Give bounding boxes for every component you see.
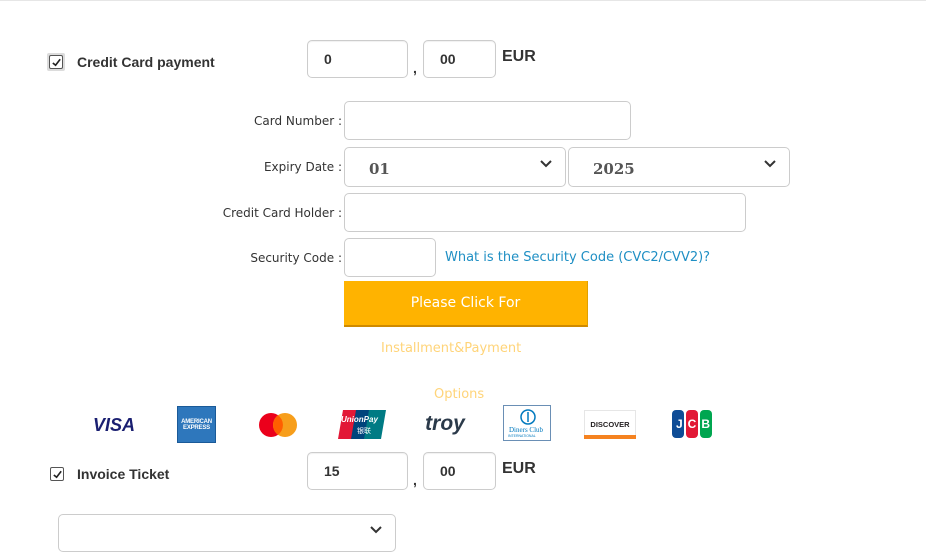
visa-logo-icon: VISA: [88, 412, 140, 438]
unionpay-text: UnionPay: [341, 415, 378, 424]
security-code-label: Security Code :: [250, 251, 342, 265]
chevron-down-icon: [540, 160, 552, 168]
expiry-year-value: 2025: [593, 160, 635, 178]
amount-separator: ,: [413, 472, 417, 488]
expiry-date-label: Expiry Date :: [263, 160, 342, 174]
credit-card-amount-whole[interactable]: 0: [307, 40, 408, 78]
unionpay-text-cn: 银联: [357, 428, 371, 435]
invoice-checkbox[interactable]: [50, 467, 64, 481]
amount-separator: ,: [413, 60, 417, 76]
card-holder-label: Credit Card Holder :: [222, 206, 342, 220]
diners-club-logo-icon: Diners Club INTERNATIONAL: [503, 405, 551, 441]
credit-card-label[interactable]: Credit Card payment: [77, 54, 215, 70]
discover-stripe: [584, 435, 636, 439]
currency-label: EUR: [502, 460, 536, 477]
amex-logo-icon: AMERICAN EXPRESS: [177, 406, 216, 443]
expiry-month-value: 01: [369, 160, 390, 178]
card-holder-input[interactable]: [344, 193, 746, 232]
chevron-down-icon: [370, 526, 382, 534]
card-number-input[interactable]: [344, 101, 631, 140]
button-subtext-2: Options: [434, 387, 485, 402]
currency-label: EUR: [502, 48, 536, 65]
button-subtext-1: Installment&Payment: [381, 341, 522, 356]
invoice-label[interactable]: Invoice Ticket: [77, 466, 169, 482]
button-label: Please Click For: [410, 295, 521, 311]
credit-card-amount-cents[interactable]: 00: [423, 40, 496, 78]
card-number-label: Card Number :: [254, 114, 342, 128]
jcb-logo-icon: JCB: [671, 409, 713, 439]
troy-text: troy: [425, 412, 465, 435]
troy-logo-icon: troy: [419, 410, 471, 438]
invoice-select[interactable]: [58, 514, 396, 552]
installment-payment-button[interactable]: Please Click For: [344, 281, 588, 327]
unionpay-logo-icon: UnionPay 银联: [337, 410, 387, 439]
invoice-amount-whole[interactable]: 15: [307, 452, 408, 490]
checkmark-icon: [49, 55, 63, 69]
security-code-help-link[interactable]: What is the Security Code (CVC2/CVV2)?: [445, 250, 710, 265]
expiry-month-select[interactable]: 01: [344, 147, 566, 187]
diners-text-2: INTERNATIONAL: [508, 434, 536, 438]
chevron-down-icon: [764, 160, 776, 168]
security-code-input[interactable]: [344, 238, 436, 277]
expiry-year-select[interactable]: 2025: [568, 147, 790, 187]
checkmark-icon: [52, 470, 62, 478]
invoice-amount-cents[interactable]: 00: [423, 452, 496, 490]
visa-text: VISA: [92, 414, 135, 435]
discover-text: DISCOVER: [590, 420, 630, 429]
jcb-text: JCB: [676, 417, 716, 431]
credit-card-checkbox[interactable]: [47, 53, 65, 71]
mastercard-logo-icon: [258, 412, 298, 438]
top-divider: [0, 0, 926, 1]
amex-text-2: EXPRESS: [183, 424, 210, 431]
diners-text: Diners Club: [509, 426, 544, 434]
